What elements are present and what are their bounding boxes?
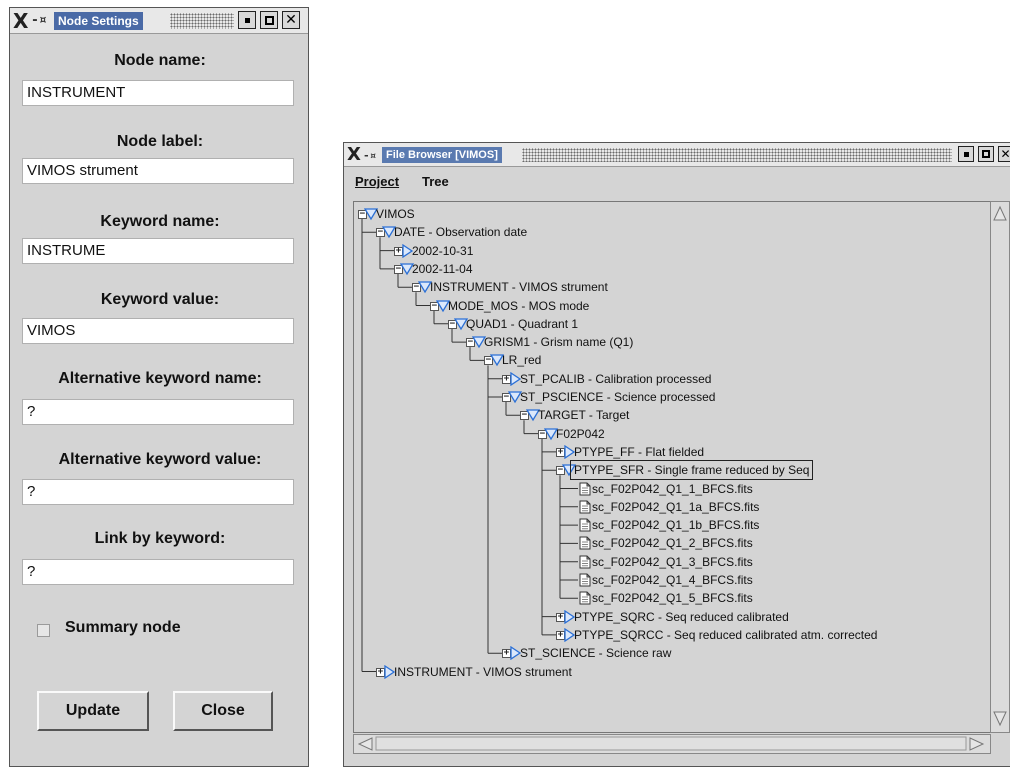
node-settings-window: X -¤ Node Settings ✕ Node name: INSTRUME… xyxy=(9,7,309,767)
link-by-keyword-label: Link by keyword: xyxy=(94,530,226,547)
pin-icon[interactable]: -¤ xyxy=(363,146,376,166)
tree-node-label: sc_F02P042_Q1_1b_BFCS.fits xyxy=(592,518,760,533)
tree-node-label: sc_F02P042_Q1_1a_BFCS.fits xyxy=(592,499,760,514)
horizontal-scrollbar[interactable] xyxy=(353,734,991,754)
tree-node-label: LR_red xyxy=(502,353,542,368)
file-icon xyxy=(579,518,591,532)
keyword-value-label: Keyword value: xyxy=(100,291,220,308)
menu-tree[interactable]: Tree xyxy=(422,174,449,189)
close-button[interactable]: Close xyxy=(173,691,273,731)
summary-node-checkbox[interactable] xyxy=(37,624,50,637)
menu-project[interactable]: Project xyxy=(355,174,399,189)
tree-node-label: TARGET - Target xyxy=(538,408,630,423)
x-logo-icon: X xyxy=(13,9,29,33)
keyword-value-field[interactable]: VIMOS xyxy=(22,318,294,344)
tree-node-label: sc_F02P042_Q1_1_BFCS.fits xyxy=(592,481,753,496)
tree-node-label: ST_PSCIENCE - Science processed xyxy=(520,390,716,404)
tree-node-label: DATE - Observation date xyxy=(394,225,528,240)
node-label-label: Node label: xyxy=(116,133,204,150)
scroll-thumb xyxy=(375,736,967,751)
tree-node-label: QUAD1 - Quadrant 1 xyxy=(466,316,579,331)
minimize-icon[interactable] xyxy=(958,146,974,162)
maximize-icon[interactable] xyxy=(260,11,278,29)
tree-node-label: ST_SCIENCE - Science raw xyxy=(520,646,672,661)
tree-node-label: 2002-11-04 xyxy=(412,261,473,276)
window-title: File Browser [VIMOS] xyxy=(382,147,502,163)
tree-node-label: ST_PCALIB - Calibration processed xyxy=(520,371,712,386)
window-title: Node Settings xyxy=(54,12,143,30)
tree-node-label: sc_F02P042_Q1_5_BFCS.fits xyxy=(592,591,753,606)
tree-node-label: sc_F02P042_Q1_2_BFCS.fits xyxy=(592,536,753,551)
scroll-left-icon xyxy=(357,737,373,751)
node-settings-titlebar[interactable]: X -¤ Node Settings ✕ xyxy=(10,8,308,34)
tree-node-label: VIMOS xyxy=(376,207,415,221)
keyword-name-label: Keyword name: xyxy=(100,213,220,230)
tree-node-label: GRISM1 - Grism name (Q1) xyxy=(484,335,634,350)
minimize-icon[interactable] xyxy=(238,11,256,29)
node-name-field[interactable]: INSTRUMENT xyxy=(22,80,294,106)
pin-icon[interactable]: -¤ xyxy=(31,11,47,31)
tree-node-label: PTYPE_FF - Flat fielded xyxy=(574,444,705,459)
close-icon[interactable]: ✕ xyxy=(282,11,300,29)
scrollbar-arrows xyxy=(357,736,985,751)
tree-node-label: PTYPE_SQRCC - Seq reduced calibrated atm… xyxy=(574,627,878,642)
alt-keyword-name-field[interactable]: ? xyxy=(22,399,294,425)
x-logo-icon: X xyxy=(347,144,361,165)
title-grip xyxy=(170,13,234,29)
close-icon[interactable]: ✕ xyxy=(998,146,1010,162)
file-icon xyxy=(579,591,591,605)
file-icon xyxy=(579,573,591,587)
tree-node-label: sc_F02P042_Q1_4_BFCS.fits xyxy=(592,573,753,587)
link-by-keyword-field[interactable]: ? xyxy=(22,559,294,585)
tree-node-label: 2002-10-31 xyxy=(412,243,474,258)
title-grip xyxy=(522,148,952,162)
tree-node-label: PTYPE_SFR - Single frame reduced by Seq xyxy=(569,460,814,481)
file-icon xyxy=(579,555,591,569)
alt-keyword-value-field[interactable]: ? xyxy=(22,479,294,505)
scroll-up-icon xyxy=(993,205,1007,221)
file-browser-titlebar[interactable]: X -¤ File Browser [VIMOS] ✕ xyxy=(344,143,1010,167)
keyword-name-field[interactable]: INSTRUME xyxy=(22,238,294,264)
tree-node-label: INSTRUMENT - VIMOS strument xyxy=(430,280,608,295)
update-button[interactable]: Update xyxy=(37,691,149,731)
node-label-field[interactable]: VIMOS strument xyxy=(22,158,294,184)
tree-node-label: PTYPE_SQRC - Seq reduced calibrated xyxy=(574,609,789,624)
summary-node-label: Summary node xyxy=(65,619,181,636)
scroll-down-icon xyxy=(993,711,1007,727)
tree-view[interactable]: − VIMOS − DATE - Observation date +2002-10-3… xyxy=(353,201,991,733)
vertical-scrollbar[interactable] xyxy=(990,201,1010,733)
alt-keyword-value-label: Alternative keyword value: xyxy=(58,451,262,468)
alt-keyword-name-label: Alternative keyword name: xyxy=(58,370,262,387)
scrollbar-arrows xyxy=(993,205,1007,727)
tree-node-label: sc_F02P042_Q1_3_BFCS.fits xyxy=(592,554,753,569)
tree-node-label: MODE_MOS - MOS mode xyxy=(448,298,590,313)
file-icon xyxy=(579,482,591,495)
file-icon xyxy=(579,500,591,514)
tree-node-label: INSTRUMENT - VIMOS strument xyxy=(394,664,572,679)
file-icon xyxy=(579,536,591,550)
tree-node-label: F02P042 xyxy=(556,426,605,441)
scroll-right-icon xyxy=(969,737,985,751)
maximize-icon[interactable] xyxy=(978,146,994,162)
node-name-label: Node name: xyxy=(114,52,206,69)
